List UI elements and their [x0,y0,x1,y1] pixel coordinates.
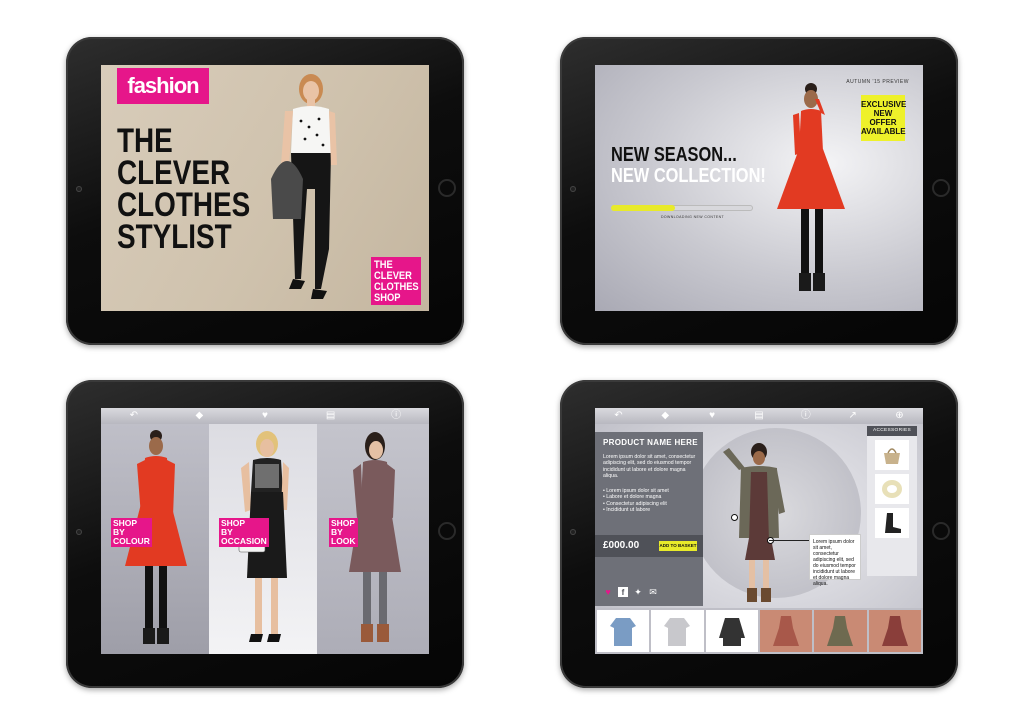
loading-screen: AUTUMN '15 PREVIEW EXCLUSIVE NEW OFFER A… [595,65,923,311]
info-icon[interactable]: ⓘ [389,410,403,422]
price-bar: £000.00 ADD TO BASKET [595,535,703,557]
thumbnail-print-dress[interactable] [814,610,867,652]
preview-label: AUTUMN '15 PREVIEW [846,79,909,85]
home-button[interactable] [932,522,950,540]
progress-fill [611,205,675,211]
product-description: Lorem ipsum dolor sit amet, consectetur … [603,454,696,480]
info-icon[interactable]: ⓘ [799,410,813,422]
panel-occasion[interactable]: SHOP BY OCCASION [209,424,317,654]
product-hotspot[interactable] [731,514,738,521]
accessories-panel: ACCESSORIES [867,426,917,576]
thumbnail-print-dress[interactable] [759,610,813,652]
badge-line: SHOP [374,292,401,304]
toolbar: ↶ ◆ ♥ ▤ ⓘ ↗ ⊕ [595,408,923,424]
panel-colour[interactable]: SHOP BY COLOUR [101,424,209,654]
callout-note: Lorem ipsum dolor sit amet, consectetur … [809,534,861,587]
product-name: PRODUCT NAME HERE [603,438,698,447]
model-figure [271,74,337,299]
thumbnail-grey-tee[interactable] [651,610,704,652]
dress-icon [881,616,908,646]
email-icon[interactable]: ✉ [648,587,658,597]
progress-label: DOWNLOADING NEW CONTENT [661,215,725,219]
label-line: OCCASION [221,536,267,546]
product-thumbnail-strip [595,608,923,654]
camera-icon [76,186,82,192]
model-red-dress [777,83,845,291]
headline-line: NEW SEASON... [611,144,737,166]
back-icon[interactable]: ↶ [127,410,141,422]
heart-icon[interactable]: ♥ [603,587,613,597]
product-price: £000.00 [603,540,640,551]
shop-by-occasion-button[interactable]: SHOP BY OCCASION [219,518,269,547]
product-detail-screen: ↶ ◆ ♥ ▤ ⓘ ↗ ⊕ Lorem ipsum dolor sit amet… [595,408,923,654]
tag-icon[interactable]: ◆ [192,410,206,422]
toolbar: ↶ ◆ ♥ ▤ ⓘ [101,408,429,424]
back-icon[interactable]: ↶ [611,410,625,422]
social-share-row: ♥ f ✦ ✉ [595,578,703,606]
product-info-panel: PRODUCT NAME HERE Lorem ipsum dolor sit … [595,432,703,578]
headline-line: CLEVER [117,154,231,192]
shop-by-screen: ↶ ◆ ♥ ▤ ⓘ SHOP BY COLOUR SHOP BY OCCASIO… [101,408,429,654]
thumbnail-print-dress[interactable] [868,610,921,652]
callout-line [769,540,809,541]
thumbnail-black-jumper[interactable] [705,610,758,652]
camera-icon [76,529,82,535]
calculator-icon[interactable]: ▤ [752,410,766,422]
shop-by-look-button[interactable]: SHOP BY LOOK [329,518,358,547]
thumbnail-denim-shirt[interactable] [597,610,650,652]
offer-line: EXCLUSIVE [861,100,907,109]
boot-icon [885,513,901,533]
headline-line: THE [117,122,173,160]
offer-line: NEW [873,109,893,118]
product-bullets: Lorem ipsum dolor sit amet Labore et dol… [603,488,699,514]
ipad-frame-1: fashion THE CLEVER CLOTHES STYLIST THE C… [66,37,464,345]
add-to-basket-button[interactable]: ADD TO BASKET [659,541,697,551]
accessory-scarf[interactable] [875,474,909,504]
home-button[interactable] [438,179,456,197]
accessory-bag[interactable] [875,440,909,470]
label-line: COLOUR [113,536,150,546]
camera-icon [570,186,576,192]
ipad-frame-3: ↶ ◆ ♥ ▤ ⓘ SHOP BY COLOUR SHOP BY OCCASIO… [66,380,464,688]
calculator-icon[interactable]: ▤ [324,410,338,422]
facebook-icon[interactable]: f [618,587,628,597]
headline-line: CLOTHES [117,186,251,224]
panel-look[interactable]: SHOP BY LOOK [317,424,429,654]
home-button[interactable] [438,522,456,540]
splash-screen: fashion THE CLEVER CLOTHES STYLIST THE C… [101,65,429,311]
dress-icon [773,616,800,646]
dress-icon [827,616,854,646]
heart-icon[interactable]: ♥ [258,410,272,422]
ipad-frame-2: AUTUMN '15 PREVIEW EXCLUSIVE NEW OFFER A… [560,37,958,345]
accessory-boot[interactable] [875,508,909,538]
tag-icon[interactable]: ◆ [658,410,672,422]
denim-shirt-icon [610,618,637,646]
accessories-title: ACCESSORIES [867,426,917,436]
bullet-item: Incididunt ut labore [603,507,699,513]
headline-line: STYLIST [117,218,232,256]
share-icon[interactable]: ↗ [846,410,860,422]
shop-by-colour-button[interactable]: SHOP BY COLOUR [111,518,152,547]
offer-line: OFFER [869,118,897,127]
scarf-icon [882,480,902,498]
black-jumper-icon [718,618,745,646]
download-progress-bar [611,205,753,211]
clever-clothes-shop-badge[interactable]: THE CLEVER CLOTHES SHOP [371,257,421,305]
headline-line: NEW COLLECTION! [611,165,766,187]
fashion-logo: fashion [117,68,209,104]
home-button[interactable] [932,179,950,197]
bag-icon [884,448,900,464]
label-line: LOOK [331,536,356,546]
grey-tee-icon [664,618,691,646]
twitter-icon[interactable]: ✦ [633,587,643,597]
offer-line: AVAILABLE [861,127,906,136]
heart-icon[interactable]: ♥ [705,410,719,422]
splash-headline: THE CLEVER CLOTHES STYLIST [117,122,267,256]
exclusive-offer-badge[interactable]: EXCLUSIVE NEW OFFER AVAILABLE [861,95,907,141]
plus-icon[interactable]: ⊕ [892,410,906,422]
ipad-frame-4: ↶ ◆ ♥ ▤ ⓘ ↗ ⊕ Lorem ipsum dolor sit amet… [560,380,958,688]
camera-icon [570,529,576,535]
model-khaki-coat [723,443,785,602]
